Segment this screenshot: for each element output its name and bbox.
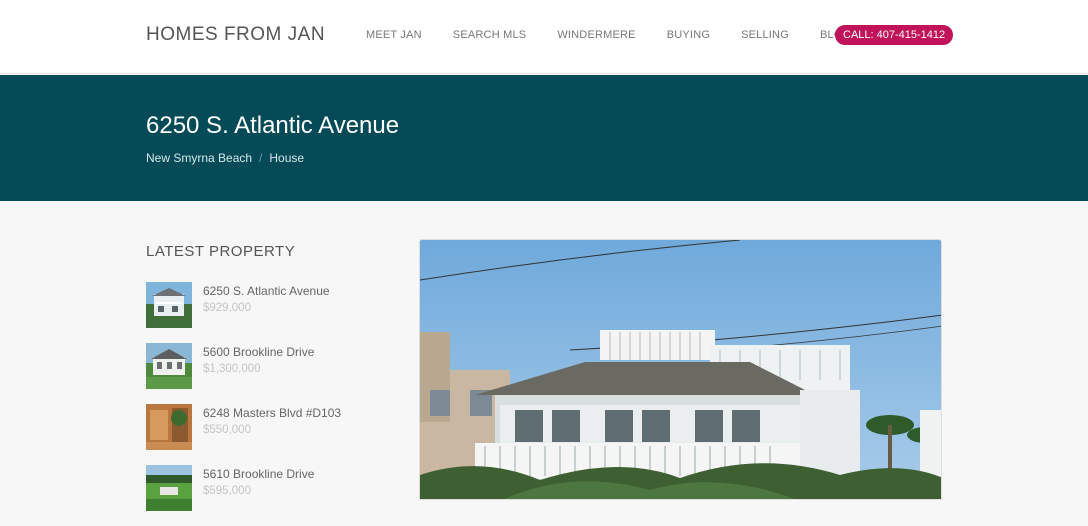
call-button[interactable]: CALL: 407-415-1412 bbox=[835, 25, 954, 45]
breadcrumb-location[interactable]: New Smyrna Beach bbox=[146, 151, 252, 165]
property-price: $595,000 bbox=[203, 485, 251, 497]
property-thumbnail[interactable] bbox=[146, 465, 192, 511]
site-brand[interactable]: HOMES FROM JAN bbox=[146, 24, 325, 46]
property-name[interactable]: 6250 S. Atlantic Avenue bbox=[203, 284, 330, 298]
breadcrumb: New Smyrna Beach / House bbox=[146, 151, 304, 165]
list-item[interactable]: 6250 S. Atlantic Avenue $929,000 bbox=[146, 282, 386, 343]
latest-property-list: 6250 S. Atlantic Avenue $929,000 5600 Br… bbox=[146, 282, 386, 526]
property-thumbnail[interactable] bbox=[146, 343, 192, 389]
breadcrumb-separator: / bbox=[259, 151, 263, 165]
property-price: $929,000 bbox=[203, 302, 251, 314]
main-nav: MEET JAN SEARCH MLS WINDERMERE BUYING SE… bbox=[366, 25, 954, 45]
nav-buying[interactable]: BUYING bbox=[667, 29, 710, 41]
list-item[interactable]: 6248 Masters Blvd #D103 $550,000 bbox=[146, 404, 386, 465]
list-item[interactable]: 5600 Brookline Drive $1,300,000 bbox=[146, 343, 386, 404]
property-price: $1,300,000 bbox=[203, 363, 261, 375]
nav-search-mls[interactable]: SEARCH MLS bbox=[453, 29, 527, 41]
list-item[interactable]: 5610 Brookline Drive $595,000 bbox=[146, 465, 386, 526]
property-thumbnail[interactable] bbox=[146, 404, 192, 450]
nav-meet-jan[interactable]: MEET JAN bbox=[366, 29, 422, 41]
sidebar-heading: LATEST PROPERTY bbox=[146, 243, 296, 260]
property-name[interactable]: 6248 Masters Blvd #D103 bbox=[203, 406, 341, 420]
property-photo[interactable] bbox=[419, 239, 942, 500]
site-header: HOMES FROM JAN MEET JAN SEARCH MLS WINDE… bbox=[0, 0, 1088, 74]
property-price: $550,000 bbox=[203, 424, 251, 436]
property-name[interactable]: 5610 Brookline Drive bbox=[203, 467, 314, 481]
page-hero: 6250 S. Atlantic Avenue New Smyrna Beach… bbox=[0, 75, 1088, 201]
property-thumbnail[interactable] bbox=[146, 282, 192, 328]
nav-selling[interactable]: SELLING bbox=[741, 29, 789, 41]
breadcrumb-type[interactable]: House bbox=[269, 151, 304, 165]
nav-windermere[interactable]: WINDERMERE bbox=[557, 29, 635, 41]
page-title: 6250 S. Atlantic Avenue bbox=[146, 112, 400, 139]
property-name[interactable]: 5600 Brookline Drive bbox=[203, 345, 314, 359]
